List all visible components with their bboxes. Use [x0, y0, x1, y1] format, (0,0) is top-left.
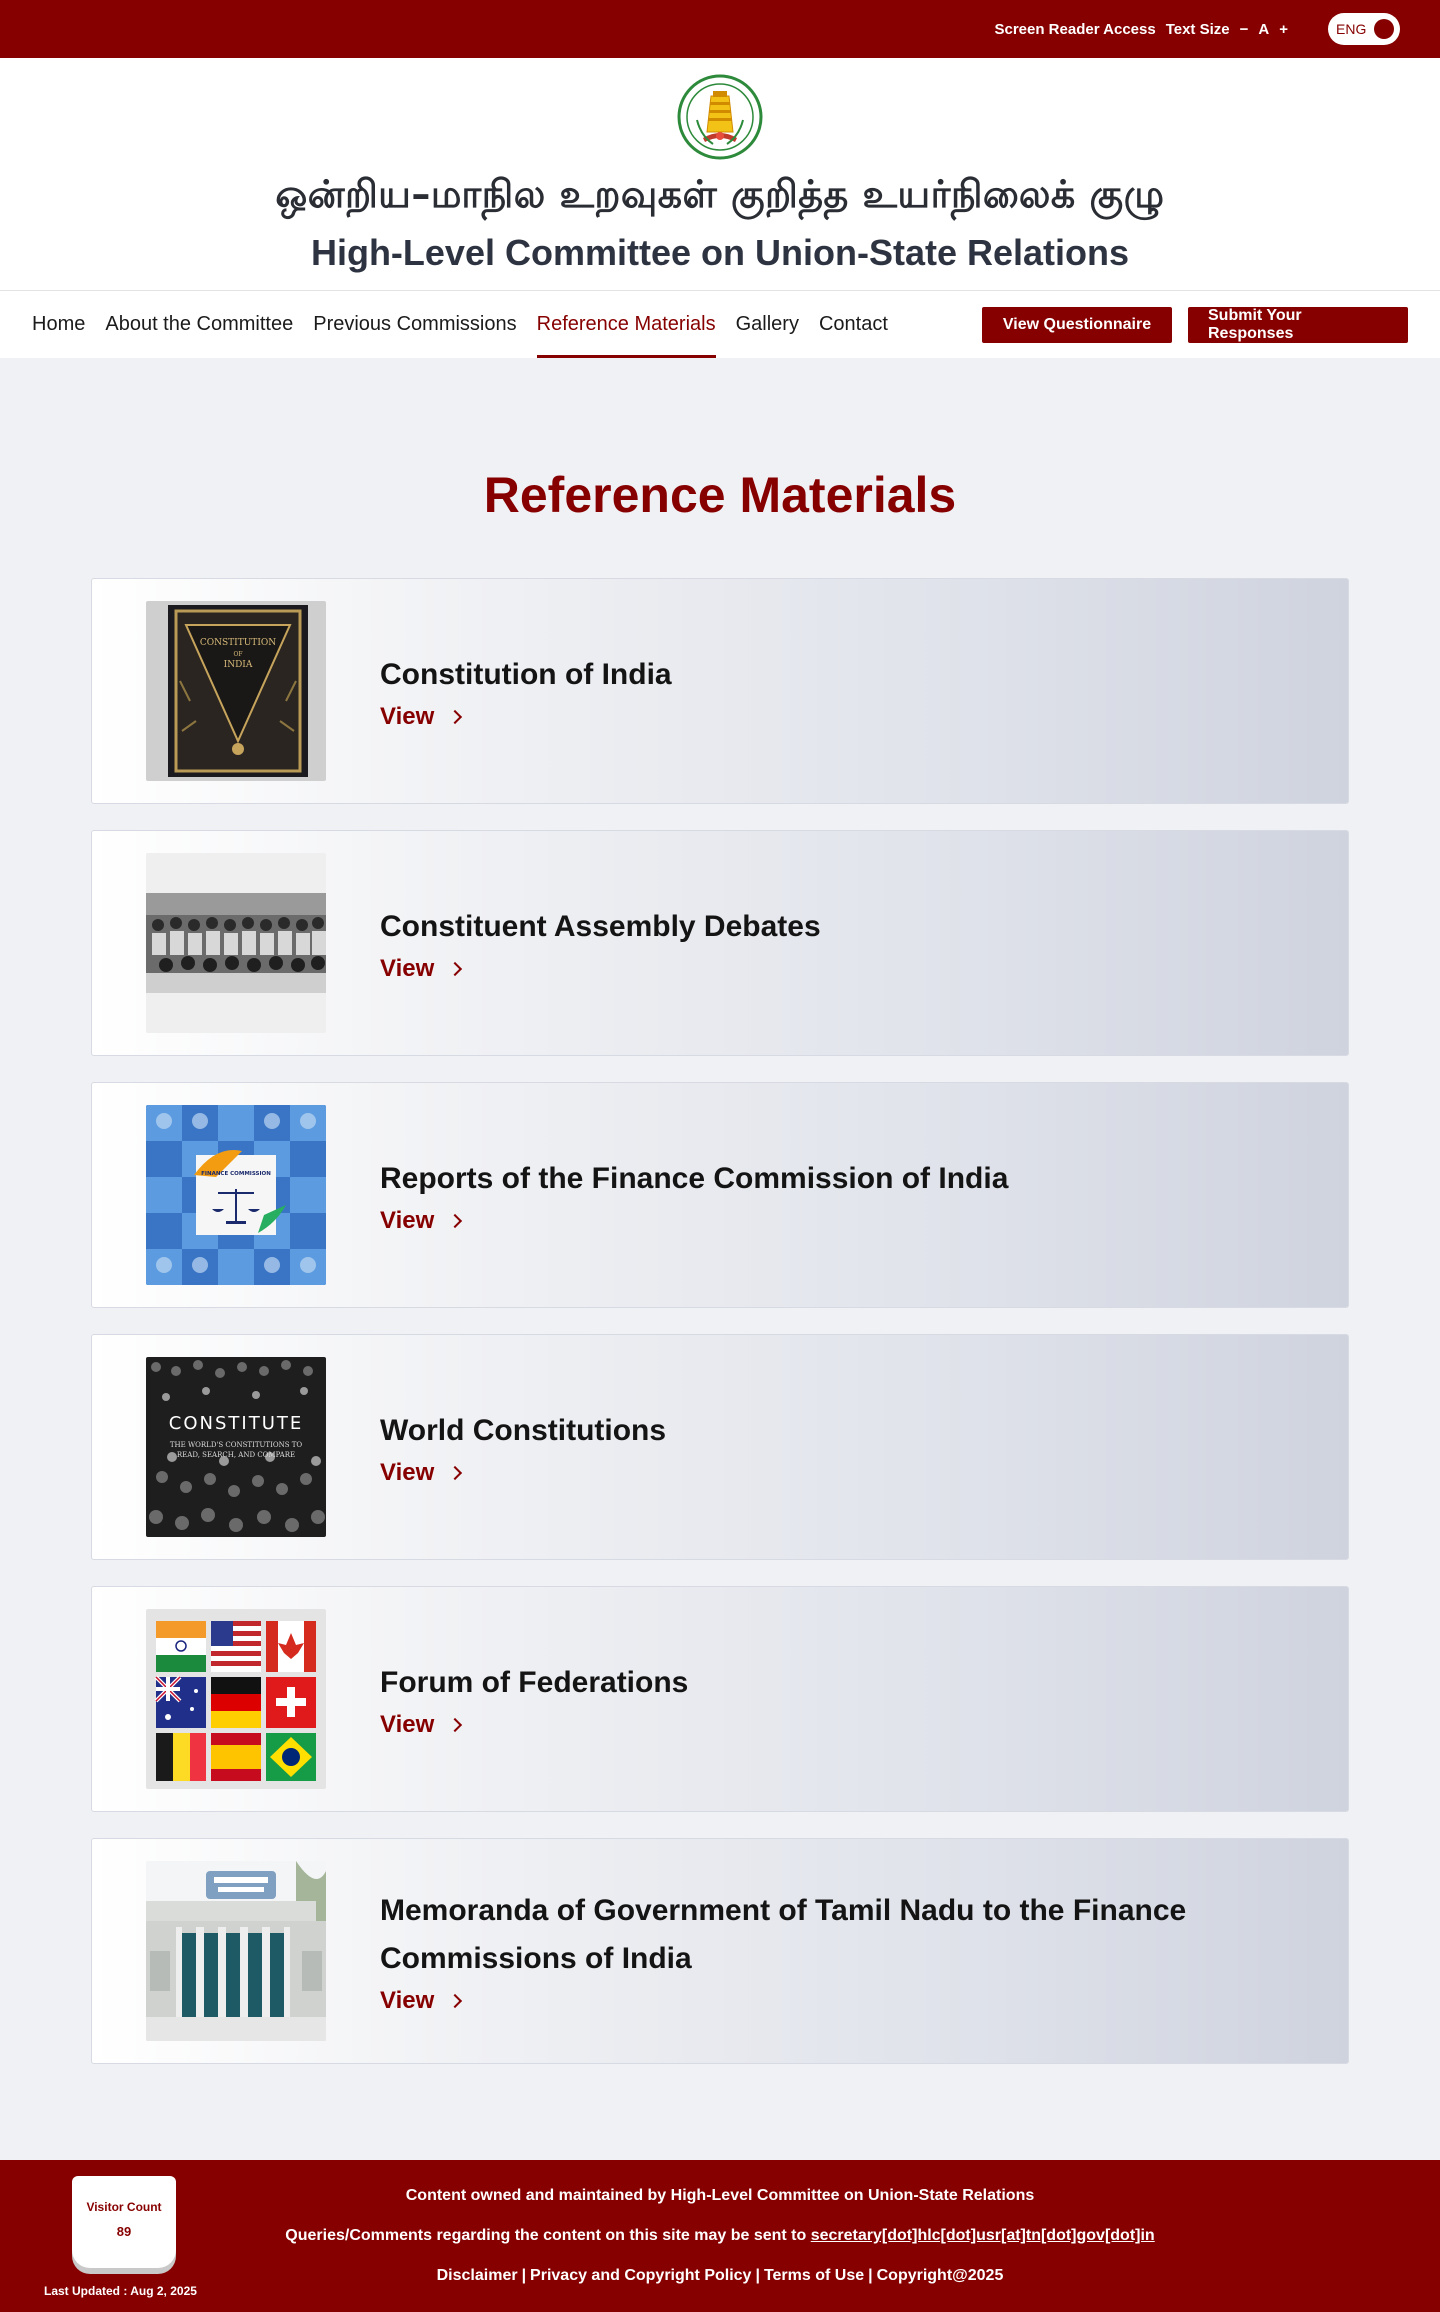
footer-separator: | — [868, 2267, 873, 2284]
text-size-controls: Text Size − A + — [1166, 21, 1288, 38]
reference-card-constitution: CONSTITUTION OF INDIA Constitution of In… — [91, 578, 1349, 804]
chevron-right-icon — [448, 1717, 463, 1733]
card-body: Constitution of India View — [380, 651, 672, 731]
assembly-group-photo-image — [146, 853, 326, 1033]
view-link[interactable]: View — [380, 955, 463, 983]
main-navigation: Home About the Committee Previous Commis… — [0, 290, 1440, 358]
privacy-policy-link[interactable]: Privacy and Copyright Policy — [530, 2267, 751, 2284]
card-body: Reports of the Finance Commission of Ind… — [380, 1155, 1008, 1235]
reference-card-assembly-debates: Constituent Assembly Debates View — [91, 830, 1349, 1056]
nav-previous-commissions[interactable]: Previous Commissions — [313, 291, 516, 358]
last-updated-text: Last Updated : Aug 2, 2025 — [44, 2284, 197, 2298]
nav-home[interactable]: Home — [32, 291, 85, 358]
view-link-label: View — [380, 1987, 435, 2014]
footer-separator: | — [521, 2267, 527, 2284]
language-toggle[interactable]: ENG — [1328, 13, 1400, 45]
card-title: Constitution of India — [380, 658, 672, 691]
constitution-book-image: CONSTITUTION OF INDIA — [146, 601, 326, 781]
nav-about-committee[interactable]: About the Committee — [105, 291, 293, 358]
secretariat-building-image — [146, 1861, 326, 2041]
tamil-site-title: ஒன்றிய–மாநில உறவுகள் குறித்த உயர்நிலைக் … — [275, 172, 1165, 216]
reference-card-world-constitutions: CONSTITUTE THE WORLD'S CONSTITUTIONS TO … — [91, 1334, 1349, 1560]
reference-card-forum-federations: Forum of Federations View — [91, 1586, 1349, 1812]
view-link[interactable]: View — [380, 1459, 463, 1487]
reference-card-memoranda: Memoranda of Government of Tamil Nadu to… — [91, 1838, 1349, 2064]
view-link[interactable]: View — [380, 1711, 463, 1739]
svg-text:READ, SEARCH, AND COMPARE: READ, SEARCH, AND COMPARE — [177, 1451, 295, 1459]
view-link-label: View — [380, 1459, 435, 1486]
card-body: World Constitutions View — [380, 1407, 666, 1487]
view-link[interactable]: View — [380, 1987, 463, 2015]
chevron-right-icon — [448, 1993, 463, 2009]
terms-of-use-link[interactable]: Terms of Use — [764, 2267, 864, 2284]
card-body: Constituent Assembly Debates View — [380, 903, 821, 983]
nav-gallery[interactable]: Gallery — [736, 291, 799, 358]
view-link-label: View — [380, 1711, 435, 1738]
footer-contact-text: Queries/Comments regarding the content o… — [285, 2227, 811, 2244]
view-link-label: View — [380, 703, 435, 730]
svg-text:CONSTITUTE: CONSTITUTE — [169, 1413, 303, 1434]
card-body: Forum of Federations View — [380, 1659, 688, 1739]
federal-country-flags-image — [146, 1609, 326, 1789]
footer-separator: | — [755, 2267, 760, 2284]
text-size-decrease-button[interactable]: − — [1240, 21, 1249, 38]
tamil-nadu-emblem-logo — [677, 74, 763, 160]
chevron-right-icon — [448, 1213, 463, 1229]
view-link[interactable]: View — [380, 1207, 463, 1235]
card-title: World Constitutions — [380, 1414, 667, 1447]
main-content: Reference Materials CONSTITUTION OF INDI… — [0, 358, 1440, 2160]
top-utility-bar: Screen Reader Access Text Size − A + ENG — [0, 0, 1440, 58]
footer-contact-line: Queries/Comments regarding the content o… — [0, 2227, 1440, 2245]
text-size-increase-button[interactable]: + — [1279, 21, 1288, 38]
card-body: Memoranda of Government of Tamil Nadu to… — [380, 1887, 1240, 2015]
disclaimer-link[interactable]: Disclaimer — [437, 2267, 518, 2284]
constitute-project-image: CONSTITUTE THE WORLD'S CONSTITUTIONS TO … — [146, 1357, 326, 1537]
text-size-label: Text Size — [1165, 20, 1230, 38]
reference-cards-list: CONSTITUTION OF INDIA Constitution of In… — [91, 578, 1349, 2064]
view-questionnaire-button[interactable]: View Questionnaire — [982, 306, 1172, 343]
site-header: ஒன்றிய–மாநில உறவுகள் குறித்த உயர்நிலைக் … — [0, 58, 1440, 290]
card-title: Memoranda of Government of Tamil Nadu to… — [380, 1894, 1187, 1975]
language-label: ENG — [1336, 21, 1367, 37]
nav-contact[interactable]: Contact — [819, 291, 888, 358]
page-title: Reference Materials — [483, 467, 957, 523]
nav-links: Home About the Committee Previous Commis… — [32, 291, 908, 358]
footer-links: Disclaimer | Privacy and Copyright Policy |… — [0, 2267, 1440, 2285]
screen-reader-access-link[interactable]: Screen Reader Access — [994, 21, 1155, 38]
finance-commission-collage-image: FINANCE COMMISSION — [146, 1105, 326, 1285]
svg-text:CONSTITUTION: CONSTITUTION — [200, 638, 276, 648]
footer-ownership-text: Content owned and maintained by High-Lev… — [405, 2187, 1035, 2204]
footer-email-link[interactable]: secretary[dot]hlc[dot]usr[at]tn[dot]gov[… — [811, 2227, 1155, 2244]
chevron-right-icon — [448, 709, 463, 725]
view-link-label: View — [380, 955, 435, 982]
svg-text:INDIA: INDIA — [224, 660, 253, 670]
svg-text:FINANCE COMMISSION: FINANCE COMMISSION — [201, 1171, 271, 1177]
text-size-normal-button[interactable]: A — [1258, 21, 1269, 38]
nav-reference-materials[interactable]: Reference Materials — [536, 291, 716, 358]
view-link-label: View — [380, 1207, 435, 1234]
toggle-knob-icon — [1374, 19, 1394, 39]
chevron-right-icon — [448, 1465, 463, 1481]
site-footer: Visitor Count 89 Last Updated : Aug 2, 2… — [0, 2160, 1440, 2312]
card-title: Forum of Federations — [380, 1666, 689, 1699]
view-link[interactable]: View — [380, 703, 463, 731]
svg-text:OF: OF — [233, 651, 242, 658]
chevron-right-icon — [448, 961, 463, 977]
copyright-text: Copyright@2025 — [876, 2267, 1004, 2284]
reference-card-finance-commission: FINANCE COMMISSION Reports of the Financ… — [91, 1082, 1349, 1308]
submit-responses-button[interactable]: Submit Your Responses — [1188, 306, 1408, 343]
card-title: Constituent Assembly Debates — [380, 910, 821, 943]
english-site-title: High-Level Committee on Union-State Rela… — [310, 232, 1130, 273]
card-title: Reports of the Finance Commission of Ind… — [380, 1162, 1009, 1195]
svg-text:THE WORLD'S CONSTITUTIONS TO: THE WORLD'S CONSTITUTIONS TO — [170, 1441, 303, 1449]
nav-action-buttons: View Questionnaire Submit Your Responses — [982, 306, 1408, 343]
